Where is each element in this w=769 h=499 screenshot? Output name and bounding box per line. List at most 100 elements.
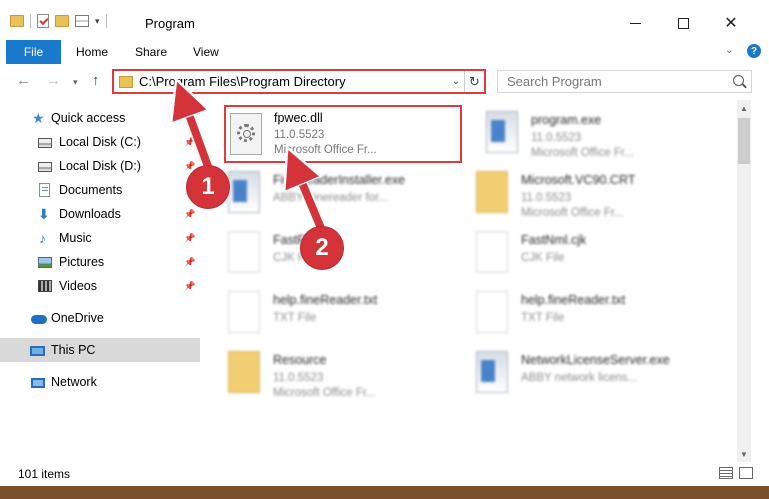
file-name: fpwec.dll: [274, 111, 323, 125]
sidebar-item-this-pc[interactable]: This PC: [0, 338, 200, 362]
computer-icon: [30, 345, 45, 356]
search-input[interactable]: Search Program: [497, 70, 752, 93]
ribbon-tabs: File Home Share View ⌄ ?: [0, 40, 769, 64]
desktop-strip: [0, 486, 769, 499]
file-icon: [228, 291, 260, 333]
file-icon: [476, 291, 508, 333]
minimize-button[interactable]: [620, 10, 650, 36]
sidebar-item-label: Quick access: [51, 111, 126, 125]
view-switcher: [719, 467, 753, 479]
minimize-icon: [629, 22, 641, 24]
tab-view[interactable]: View: [193, 45, 219, 59]
file-item[interactable]: help.fineReader.txt TXT File: [214, 285, 454, 343]
file-icon: [228, 231, 260, 273]
pictures-icon: [38, 257, 52, 268]
file-type: TXT File: [521, 312, 565, 324]
folder-icon: [119, 75, 133, 88]
sidebar-item-label: Downloads: [59, 207, 121, 221]
sidebar-item-network[interactable]: Network: [0, 370, 200, 394]
folder-icon: [476, 171, 508, 213]
sidebar-item-local-disk-d[interactable]: Local Disk (D:) 📌: [0, 154, 200, 178]
highlighted-file-fpwec-dll[interactable]: fpwec.dll 11.0.5523 Microsoft Office Fr.…: [224, 105, 462, 163]
tab-home[interactable]: Home: [76, 45, 108, 59]
file-item[interactable]: Resource 11.0.5523 Microsoft Office Fr..…: [214, 345, 454, 403]
large-icons-view-icon[interactable]: [739, 467, 753, 479]
pin-icon[interactable]: 📌: [184, 137, 195, 148]
address-path[interactable]: C:\Program Files\Program Directory: [139, 74, 448, 89]
tab-file[interactable]: File: [6, 40, 61, 64]
pin-icon[interactable]: 📌: [184, 281, 195, 292]
close-button[interactable]: ✕: [716, 10, 746, 36]
file-name: Microsoft.VC90.CRT: [521, 173, 636, 187]
videos-icon: [38, 280, 52, 292]
customize-toolbar-chevron-icon[interactable]: ▾: [95, 16, 100, 27]
file-description: ABBY Finereader for...: [273, 192, 388, 204]
gear-icon: [237, 124, 255, 142]
sidebar-item-label: Videos: [59, 279, 97, 293]
vertical-scrollbar[interactable]: ▲ ▼: [737, 100, 751, 462]
ribbon-controls: ⌄ ?: [725, 44, 761, 58]
up-arrow-icon[interactable]: ↑: [92, 72, 100, 89]
address-dropdown-chevron-icon[interactable]: ⌄: [448, 76, 464, 87]
back-arrow-icon[interactable]: ←: [16, 72, 31, 89]
tab-share[interactable]: Share: [135, 45, 167, 59]
recent-locations-chevron-icon[interactable]: ▾: [73, 77, 78, 88]
file-description: Microsoft Office Fr...: [531, 147, 634, 159]
dll-gear-icon: [230, 113, 262, 155]
new-folder-icon[interactable]: [55, 15, 69, 27]
expand-ribbon-chevron-icon[interactable]: ⌄: [725, 45, 737, 57]
pin-icon[interactable]: 📌: [184, 161, 195, 172]
properties-icon[interactable]: [75, 15, 89, 27]
properties-check-icon[interactable]: [37, 14, 49, 28]
annotation-badge-1: 1: [187, 166, 229, 208]
sidebar-item-quick-access[interactable]: ★ Quick access: [0, 106, 200, 130]
sidebar-item-onedrive[interactable]: OneDrive: [0, 306, 200, 330]
maximize-button[interactable]: [668, 10, 698, 36]
pin-icon[interactable]: 📌: [184, 257, 195, 268]
search-icon[interactable]: [733, 75, 744, 86]
pin-icon[interactable]: 📌: [184, 209, 195, 220]
sidebar-item-label: Pictures: [59, 255, 105, 269]
sidebar-item-pictures[interactable]: Pictures 📌: [0, 250, 200, 274]
toolbar-separator: [30, 14, 31, 28]
star-icon: ★: [32, 110, 45, 126]
sidebar-item-documents[interactable]: Documents 📌: [0, 178, 200, 202]
file-type: CJK File: [521, 252, 565, 264]
refresh-icon[interactable]: ↻: [464, 71, 484, 92]
file-item[interactable]: Microsoft.VC90.CRT 11.0.5523 Microsoft O…: [462, 165, 702, 223]
sidebar-item-label: Local Disk (C:): [59, 135, 141, 149]
folder-icon[interactable]: [10, 15, 24, 27]
sidebar-item-label: OneDrive: [51, 311, 104, 325]
sidebar-item-label: Documents: [59, 183, 123, 197]
maximize-icon: [677, 17, 689, 29]
download-icon: ⬇: [38, 206, 50, 222]
file-item[interactable]: help.fineReader.txt TXT File: [462, 285, 702, 343]
close-icon: ✕: [724, 15, 738, 32]
file-name: FineReaderInstaller.exe: [273, 173, 406, 187]
status-bar: 101 items: [0, 462, 769, 486]
forward-arrow-icon[interactable]: →: [46, 72, 61, 89]
address-bar[interactable]: C:\Program Files\Program Directory ⌄ ↻: [112, 69, 486, 94]
scrollbar-thumb[interactable]: [738, 118, 750, 164]
help-icon[interactable]: ?: [747, 44, 761, 58]
sidebar-item-downloads[interactable]: ⬇ Downloads 📌: [0, 202, 200, 226]
file-item[interactable]: FastNml.cjk CJK File: [462, 225, 702, 283]
file-version: 11.0.5523: [531, 132, 582, 144]
file-item[interactable]: NetworkLicenseServer.exe ABBY network li…: [462, 345, 702, 403]
file-name: NetworkLicenseServer.exe: [521, 353, 670, 367]
details-view-icon[interactable]: [719, 467, 733, 479]
file-description: Microsoft Office Fr...: [274, 144, 377, 156]
sidebar-item-music[interactable]: ♪ Music 📌: [0, 226, 200, 250]
scroll-up-arrow-icon[interactable]: ▲: [737, 100, 751, 116]
item-count: 101 items: [18, 467, 71, 481]
pin-icon[interactable]: 📌: [184, 233, 195, 244]
window-title: Program: [145, 16, 195, 31]
scroll-down-arrow-icon[interactable]: ▼: [737, 446, 751, 462]
sidebar-item-local-disk-c[interactable]: Local Disk (C:) 📌: [0, 130, 200, 154]
sidebar-item-videos[interactable]: Videos 📌: [0, 274, 200, 298]
file-item[interactable]: FineReaderInstaller.exe ABBY Finereader …: [214, 165, 454, 223]
disk-icon: [38, 138, 52, 148]
file-description: Microsoft Office Fr...: [521, 207, 624, 219]
sidebar-item-label: Music: [59, 231, 92, 245]
file-item[interactable]: program.exe 11.0.5523 Microsoft Office F…: [472, 105, 712, 163]
